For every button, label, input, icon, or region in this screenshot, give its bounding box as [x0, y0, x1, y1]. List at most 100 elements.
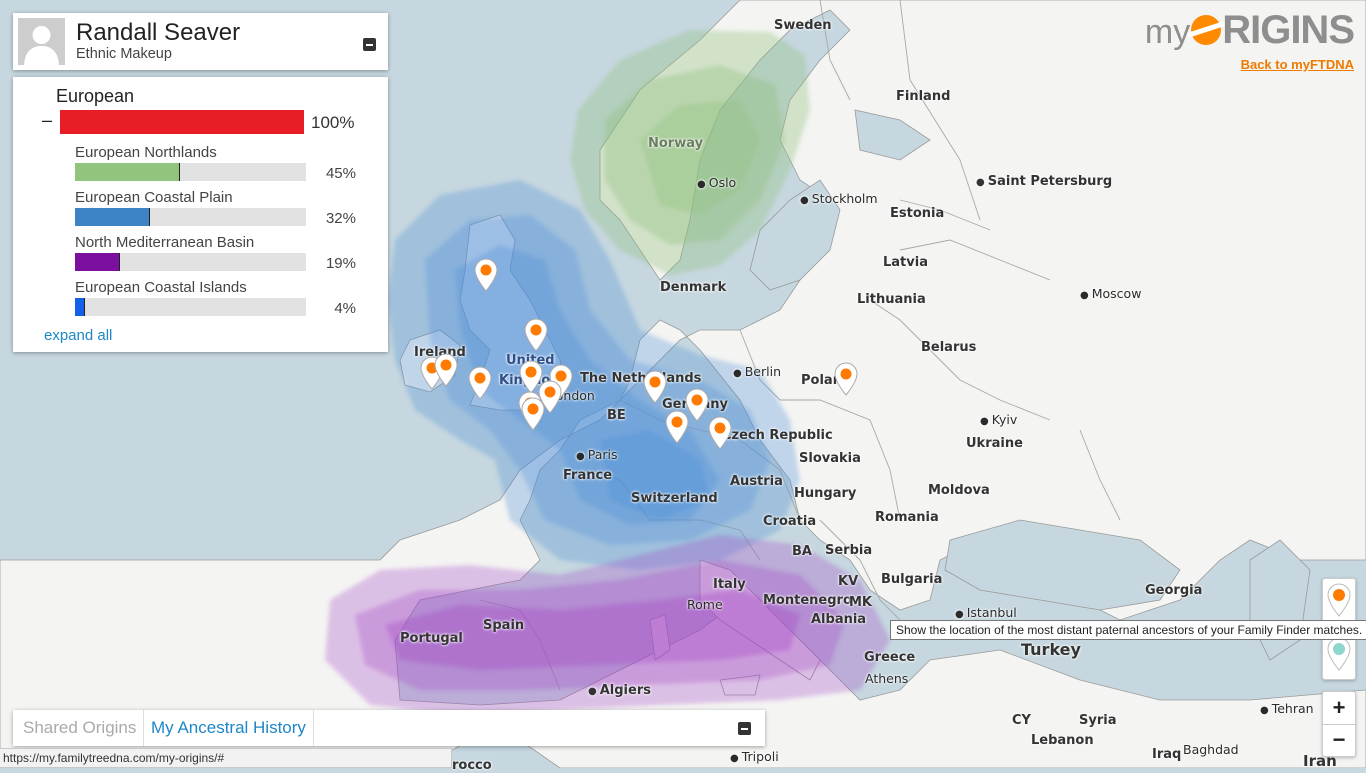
zoom-controls: + − — [1322, 691, 1356, 757]
component-label: European Coastal Islands — [75, 279, 247, 296]
map-label-denmark: Denmark — [660, 280, 727, 295]
map-label-greece: Greece — [864, 650, 916, 665]
map-label-austria: Austria — [730, 474, 783, 489]
expand-all-link[interactable]: expand all — [44, 327, 112, 344]
map-label-estonia: Estonia — [890, 206, 945, 221]
map-label-lebanon: Lebanon — [1031, 733, 1094, 748]
collapse-group-toggle[interactable]: – — [42, 110, 52, 131]
map-label-morocco-partial: rocco — [452, 758, 492, 773]
paternal-ancestors-pin-icon[interactable] — [1326, 583, 1352, 617]
match-location-pin-icon[interactable] — [520, 397, 546, 431]
map-label-saint-petersburg: ● Saint Petersburg — [976, 174, 1113, 189]
map-label-paris: ● Paris — [576, 447, 618, 462]
component-label: European Northlands — [75, 144, 217, 161]
map-label-kv: KV — [838, 574, 859, 589]
map-label-be: BE — [607, 408, 626, 423]
match-location-pin-icon[interactable] — [433, 353, 459, 387]
match-location-pin-icon[interactable] — [707, 416, 733, 450]
component-label: North Mediterranean Basin — [75, 234, 255, 251]
map-label-spain: Spain — [483, 618, 525, 633]
component-bar-track — [75, 298, 306, 316]
map-label-kyiv: ● Kyiv — [980, 412, 1018, 427]
map-label-athens: Athens — [865, 671, 909, 686]
map-label-turkey: Turkey — [1021, 640, 1081, 659]
component-percentage: 32% — [325, 210, 356, 227]
component-percentage: 45% — [325, 165, 356, 182]
component-percentage: 19% — [325, 255, 356, 272]
map-label-slovakia: Slovakia — [799, 451, 861, 466]
component-bar-fill — [75, 163, 180, 181]
map-label-moldova: Moldova — [928, 483, 990, 498]
map-label-stockholm: ● Stockholm — [800, 191, 878, 206]
ethnic-makeup-panel: European – 100% European Northlands 45% Eu… — [13, 77, 388, 352]
map-label-serbia: Serbia — [825, 543, 873, 558]
map-label-italy: Italy — [713, 577, 746, 592]
component-label: European Coastal Plain — [75, 189, 233, 206]
map-label-mk: MK — [849, 595, 873, 610]
component-bar-fill — [75, 208, 150, 226]
logo-text-my: my — [1144, 13, 1191, 51]
zoom-out-button[interactable]: − — [1323, 724, 1355, 756]
map-label-cy: CY — [1012, 713, 1031, 728]
map-label-oslo: ● Oslo — [697, 175, 737, 190]
match-location-pin-icon[interactable] — [642, 370, 668, 404]
map-label-sweden: Sweden — [774, 18, 832, 33]
minimize-tabs-button[interactable] — [738, 722, 751, 735]
maternal-ancestors-pin-icon[interactable] — [1326, 637, 1352, 671]
map-label-ukraine: Ukraine — [966, 436, 1023, 451]
zoom-in-button[interactable]: + — [1323, 692, 1355, 725]
component-bar-fill — [75, 253, 120, 271]
map-label-moscow: ● Moscow — [1080, 286, 1142, 301]
map-label-georgia: Georgia — [1145, 583, 1203, 598]
logo-text-rigins: RIGINS — [1222, 8, 1355, 52]
minimize-profile-button[interactable] — [363, 38, 376, 51]
match-location-pin-icon[interactable] — [664, 410, 690, 444]
map-label-romania: Romania — [875, 510, 939, 525]
map-label-montenegro: Montenegro — [763, 593, 852, 608]
component-bar-fill — [75, 298, 86, 316]
map-label-syria: Syria — [1079, 713, 1117, 728]
browser-status-url: https://my.familytreedna.com/my-origins/… — [0, 748, 452, 768]
profile-card: Randall Seaver Ethnic Makeup — [13, 13, 388, 70]
map-label-finland: Finland — [896, 89, 951, 104]
map-label-norway: Norway — [648, 136, 704, 151]
map-label-berlin: ● Berlin — [733, 364, 782, 379]
map-label-algiers: ● Algiers — [588, 683, 651, 698]
map-label-switzerland: Switzerland — [631, 491, 718, 506]
bottom-tabs-panel: Shared Origins My Ancestral History — [13, 710, 765, 746]
map-label-istanbul: ● Istanbul — [955, 605, 1017, 620]
match-location-pin-icon[interactable] — [473, 258, 499, 292]
card-subtitle: Ethnic Makeup — [76, 46, 172, 62]
component-percentage: 4% — [334, 300, 356, 317]
group-percentage-bar — [60, 110, 304, 134]
back-to-myftdna-link[interactable]: Back to myFTDNA — [1145, 57, 1354, 72]
match-location-pin-icon[interactable] — [467, 366, 493, 400]
map-label-albania: Albania — [811, 612, 867, 627]
map-label-iraq: Iraq — [1152, 747, 1182, 762]
map-label-netherlands: The Netherlands — [580, 371, 702, 386]
component-bar-track — [75, 163, 306, 181]
component-bar-track — [75, 253, 306, 271]
group-percentage: 100% — [311, 113, 355, 132]
logo-o-icon — [1191, 15, 1222, 45]
match-location-pin-icon[interactable] — [523, 318, 549, 352]
match-location-pin-icon[interactable] — [833, 362, 859, 396]
logo-text: my RIGINS — [1144, 8, 1355, 54]
map-label-latvia: Latvia — [883, 255, 928, 270]
group-label: European — [56, 86, 135, 106]
map-label-portugal: Portugal — [400, 631, 463, 646]
map-label-tripoli: ● Tripoli — [730, 749, 779, 764]
map-label-rome: Rome — [687, 597, 723, 612]
map-label-bulgaria: Bulgaria — [881, 572, 943, 587]
map-label-tehran: ● Tehran — [1260, 701, 1314, 716]
paternal-pin-tooltip: Show the location of the most distant pa… — [890, 620, 1366, 640]
tab-my-ancestral-history[interactable]: My Ancestral History — [144, 710, 314, 746]
map-label-lithuania: Lithuania — [857, 292, 926, 307]
tab-shared-origins[interactable]: Shared Origins — [16, 710, 145, 746]
user-name: Randall Seaver — [76, 19, 241, 46]
map-label-belarus: Belarus — [921, 340, 977, 355]
myorigins-logo: my RIGINS Back to myFTDNA — [1144, 8, 1355, 72]
map-label-france: France — [563, 468, 613, 483]
map-label-croatia: Croatia — [763, 514, 817, 529]
map-label-hungary: Hungary — [794, 486, 857, 501]
